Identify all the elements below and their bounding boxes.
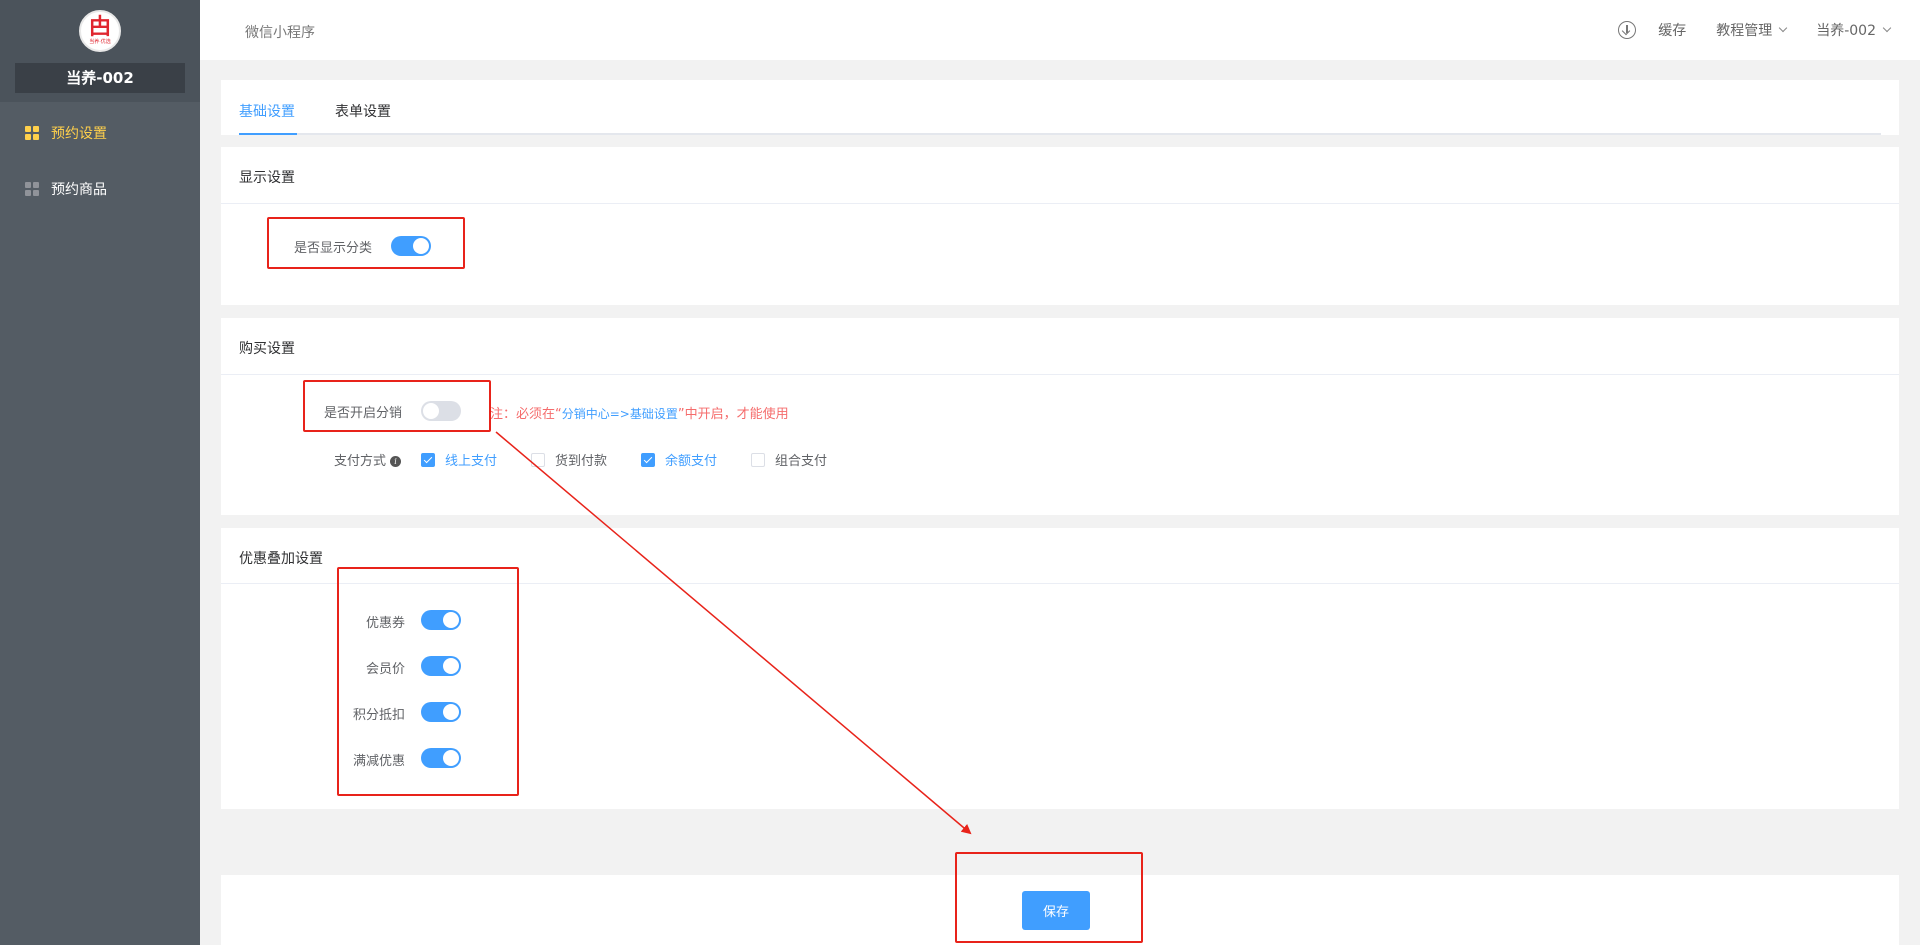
annotation-arrow bbox=[495, 431, 972, 835]
